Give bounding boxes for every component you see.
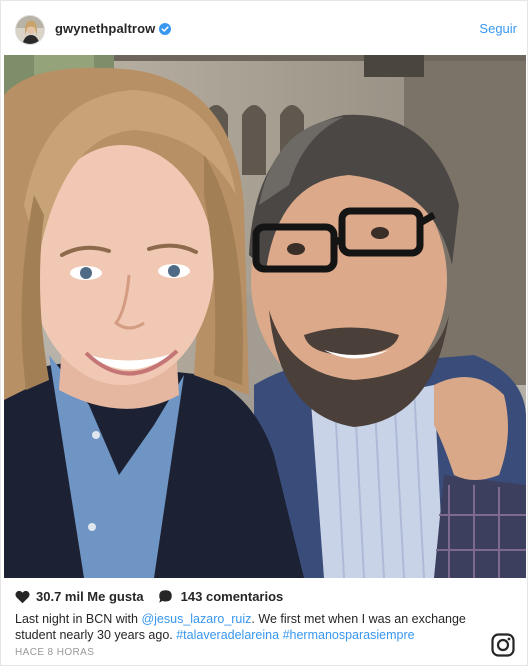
comments-count[interactable]: 143 comentarios [181,589,284,604]
verified-badge-icon [159,22,172,35]
post-photo[interactable] [4,55,526,578]
username-wrap: gwynethpaltrow [55,21,172,36]
post-header: gwynethpaltrow Seguir [1,1,528,57]
mention-link[interactable]: @jesus_lazaro_ruiz [141,612,251,626]
comment-bubble-icon[interactable] [158,589,173,604]
hashtag-link[interactable]: #hermanosparasiempre [283,628,415,642]
instagram-logo-icon[interactable] [491,633,515,657]
post-timestamp: HACE 8 HORAS [15,647,95,658]
instagram-post: gwynethpaltrow Seguir 30.7 mil Me gusta … [0,0,528,666]
follow-button[interactable]: Seguir [479,21,517,36]
post-caption: Last night in BCN with @jesus_lazaro_rui… [15,611,485,643]
caption-text-1: Last night in BCN with [15,612,142,626]
hashtag-link[interactable]: #talaveradelareina [176,628,279,642]
likes-count[interactable]: 30.7 mil Me gusta [36,589,144,604]
comments-group[interactable]: 143 comentarios [158,589,284,604]
username-link[interactable]: gwynethpaltrow [55,21,155,36]
likes-group[interactable]: 30.7 mil Me gusta [15,589,144,604]
heart-icon[interactable] [15,590,30,604]
post-stats: 30.7 mil Me gusta 143 comentarios [15,589,283,604]
avatar[interactable] [15,15,45,45]
